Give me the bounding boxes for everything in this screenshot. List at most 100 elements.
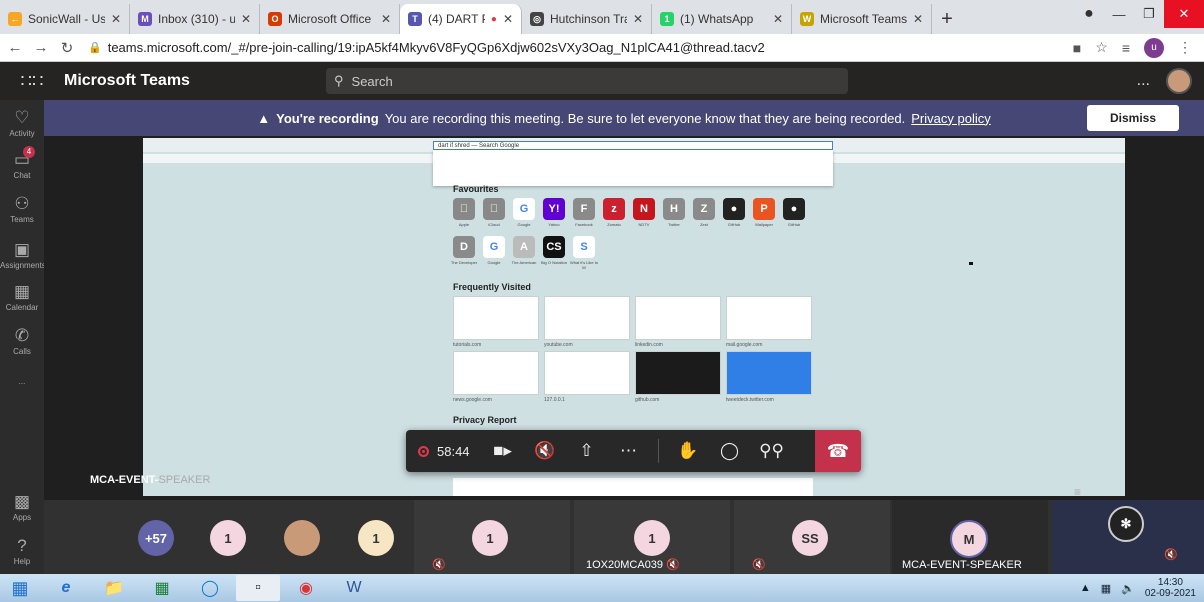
- privacy-policy-link[interactable]: Privacy policy: [911, 111, 990, 126]
- forward-button[interactable]: →: [30, 39, 52, 56]
- chrome-taskbar-icon[interactable]: ◉: [284, 575, 328, 601]
- profile-avatar[interactable]: u: [1144, 37, 1164, 58]
- favourite-tile[interactable]: P: [753, 198, 775, 220]
- overflow-avatar[interactable]: +57: [138, 520, 174, 556]
- frequent-thumbnail[interactable]: [453, 351, 539, 395]
- list-icon[interactable]: ≡: [1074, 485, 1081, 499]
- favourite-tile[interactable]: S: [573, 236, 595, 258]
- network-icon[interactable]: ▦: [1101, 582, 1111, 595]
- frequent-thumbnail[interactable]: [635, 296, 721, 340]
- frequent-thumbnail[interactable]: [453, 296, 539, 340]
- more-actions-button[interactable]: ⋯: [608, 430, 650, 472]
- app-launcher-icon[interactable]: ∷∷: [0, 71, 64, 92]
- back-button[interactable]: ←: [4, 39, 26, 56]
- participant-avatar-ss[interactable]: SS: [792, 520, 828, 556]
- favourite-tile[interactable]: G: [513, 198, 535, 220]
- hang-up-button[interactable]: ☎: [815, 430, 861, 472]
- rail-item-apps[interactable]: ▩ Apps: [0, 492, 44, 522]
- teams-taskbar-icon[interactable]: ▫: [236, 575, 280, 601]
- favourite-tile[interactable]: z: [603, 198, 625, 220]
- rail-item-help[interactable]: ? Help: [0, 536, 44, 566]
- frequent-thumbnail[interactable]: [726, 296, 812, 340]
- close-tab-icon[interactable]: ✕: [111, 12, 121, 26]
- rail-item-chat[interactable]: ▭ Chat 4: [0, 146, 44, 180]
- favourite-tile[interactable]: Y!: [543, 198, 565, 220]
- tray-arrow-icon[interactable]: ▲: [1080, 582, 1091, 594]
- browser-tab[interactable]: W Microsoft Teams ✕: [792, 4, 932, 34]
- participant-photo-avatar[interactable]: [284, 520, 320, 556]
- rail-item-assignments[interactable]: ▣ Assignments: [0, 240, 46, 270]
- browser-tab[interactable]: M Inbox (310) - usha ✕: [130, 4, 260, 34]
- rail-item-label: Calls: [13, 347, 31, 356]
- raise-hand-button[interactable]: ✋: [667, 430, 709, 472]
- rail-item-more[interactable]: ...: [0, 376, 44, 386]
- browser-tab[interactable]: O Microsoft Office H ✕: [260, 4, 400, 34]
- favourite-tile[interactable]: : [453, 198, 475, 220]
- menu-icon[interactable]: ⋮: [1178, 39, 1192, 56]
- frequent-thumbnail[interactable]: [544, 296, 630, 340]
- share-button[interactable]: ⇧: [566, 430, 608, 472]
- participant-avatar[interactable]: 1: [634, 520, 670, 556]
- favourite-tile[interactable]: Z: [693, 198, 715, 220]
- chat-button[interactable]: ◯: [709, 430, 751, 472]
- clock[interactable]: 14:30 02-09-2021: [1145, 577, 1196, 599]
- url-field[interactable]: 🔒 teams.microsoft.com/_#/pre-join-callin…: [88, 40, 1073, 55]
- minimize-button[interactable]: —: [1104, 0, 1134, 28]
- favourite-tile[interactable]: : [483, 198, 505, 220]
- camera-toggle-button[interactable]: ■▸: [482, 430, 524, 472]
- frequent-thumbnail[interactable]: [635, 351, 721, 395]
- tab-title: Hutchinson Traini: [550, 12, 627, 26]
- browser-tab[interactable]: ← SonicWall - User Lo ✕: [0, 4, 130, 34]
- rail-item-phone[interactable]: ✆ Calls: [0, 326, 44, 356]
- media-icon[interactable]: ≡: [1122, 40, 1130, 56]
- rail-item-bell[interactable]: ♡ Activity: [0, 108, 44, 138]
- profile-icon[interactable]: ●: [1074, 0, 1104, 28]
- mic-toggle-button[interactable]: 🔇: [524, 430, 566, 472]
- close-tab-icon[interactable]: ✕: [913, 12, 923, 26]
- close-tab-icon[interactable]: ✕: [381, 12, 391, 26]
- favourite-tile[interactable]: N: [633, 198, 655, 220]
- word-icon[interactable]: W: [332, 575, 376, 601]
- participant-avatar[interactable]: 1: [472, 520, 508, 556]
- new-tab-button[interactable]: +: [932, 4, 962, 34]
- tab-title: (4) DART PRO: [428, 12, 485, 26]
- rail-item-teams[interactable]: ⚇ Teams: [0, 194, 44, 224]
- frequent-thumbnail[interactable]: [726, 351, 812, 395]
- close-window-button[interactable]: ✕: [1164, 0, 1204, 28]
- edge-icon[interactable]: ◯: [188, 575, 232, 601]
- star-icon[interactable]: ☆: [1095, 39, 1108, 56]
- participant-avatar[interactable]: 1: [358, 520, 394, 556]
- close-tab-icon[interactable]: ✕: [773, 12, 783, 26]
- frequent-thumbnail[interactable]: [544, 351, 630, 395]
- participant-avatar[interactable]: 1: [210, 520, 246, 556]
- close-tab-icon[interactable]: ✕: [241, 12, 251, 26]
- favourite-tile[interactable]: ●: [723, 198, 745, 220]
- favourite-tile[interactable]: D: [453, 236, 475, 258]
- favourite-tile[interactable]: H: [663, 198, 685, 220]
- store-icon[interactable]: ▦: [140, 575, 184, 601]
- favourite-tile[interactable]: ●: [783, 198, 805, 220]
- ie-icon[interactable]: e: [44, 575, 88, 601]
- windows-start-icon[interactable]: ▦: [0, 574, 40, 602]
- participant-avatar-m[interactable]: M: [950, 520, 988, 558]
- maximize-button[interactable]: ❐: [1134, 0, 1164, 28]
- user-avatar[interactable]: [1166, 68, 1192, 94]
- camera-icon[interactable]: ■: [1073, 40, 1081, 56]
- favourite-tile[interactable]: F: [573, 198, 595, 220]
- dismiss-button[interactable]: Dismiss: [1087, 105, 1179, 131]
- reload-button[interactable]: ↻: [56, 39, 78, 57]
- close-tab-icon[interactable]: ✕: [503, 12, 513, 26]
- rail-item-calendar[interactable]: ▦ Calendar: [0, 282, 44, 312]
- search-input[interactable]: ⚲ Search: [326, 68, 848, 94]
- participants-button[interactable]: ⚲⚲: [751, 430, 793, 472]
- more-options-button[interactable]: ...: [1137, 72, 1150, 90]
- close-tab-icon[interactable]: ✕: [633, 12, 643, 26]
- browser-tab[interactable]: T (4) DART PRO ● ✕: [400, 4, 522, 34]
- favourite-tile[interactable]: CS: [543, 236, 565, 258]
- volume-icon[interactable]: 🔈: [1121, 582, 1135, 595]
- file-explorer-icon[interactable]: 📁: [92, 575, 136, 601]
- browser-tab[interactable]: 1 (1) WhatsApp ✕: [652, 4, 792, 34]
- favourite-tile[interactable]: A: [513, 236, 535, 258]
- browser-tab[interactable]: ◎ Hutchinson Traini ✕: [522, 4, 652, 34]
- favourite-tile[interactable]: G: [483, 236, 505, 258]
